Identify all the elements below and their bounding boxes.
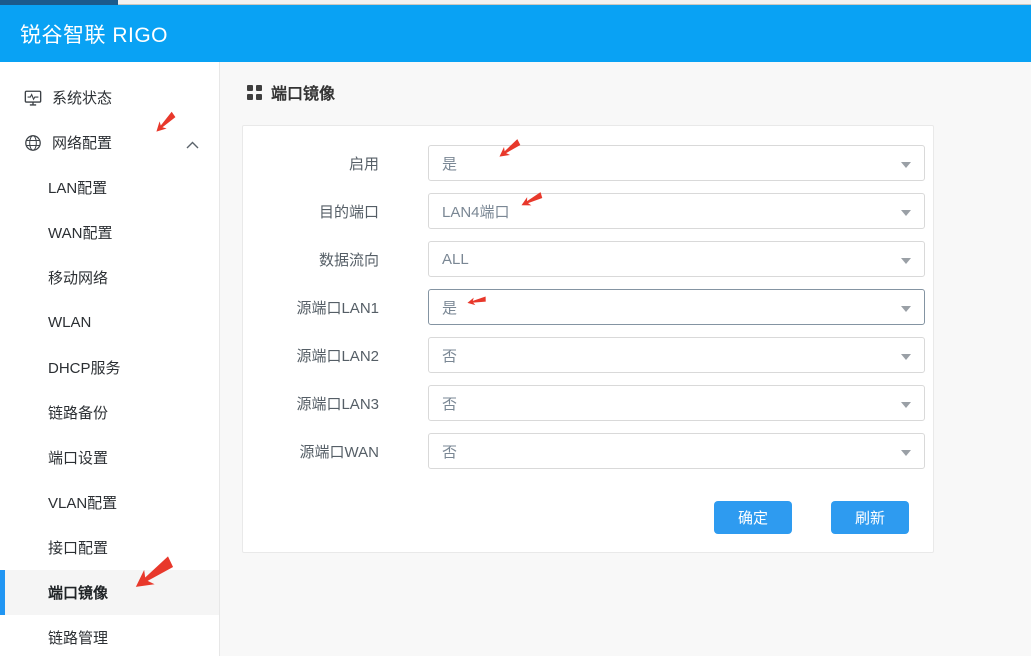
chevron-up-icon[interactable] [186, 136, 199, 144]
sidebar-item-label: 移动网络 [48, 267, 108, 288]
sidebar-item-dhcp-service[interactable]: DHCP服务 [0, 345, 219, 390]
select-enable[interactable]: 是 [428, 145, 925, 181]
select-value: ALL [429, 251, 469, 268]
dropdown-arrow-icon [901, 354, 911, 360]
form-row-src-lan3: 源端口LAN3 否 [243, 385, 933, 421]
field-label-src-lan2: 源端口LAN2 [243, 345, 379, 366]
sidebar-item-link-backup[interactable]: 链路备份 [0, 390, 219, 435]
form-row-enable: 启用 是 [243, 145, 933, 181]
form-rows: 启用是目的端口LAN4端口数据流向ALL源端口LAN1是源端口LAN2否源端口L… [243, 145, 933, 469]
dropdown-arrow-icon [901, 162, 911, 168]
confirm-button[interactable]: 确定 [714, 501, 792, 534]
button-row: 确定 刷新 [243, 501, 933, 534]
select-data-flow[interactable]: ALL [428, 241, 925, 277]
field-label-src-lan3: 源端口LAN3 [243, 393, 379, 414]
sidebar-item-vlan-config[interactable]: VLAN配置 [0, 480, 219, 525]
sidebar-submenu: LAN配置 WAN配置移动网络 WLAN DHCP服务链路备份端口设置 VLAN配置接口… [0, 165, 219, 656]
sidebar: 系统状态 网络配置 LAN配置 WAN配置移动网络 WLAN DHCP服务链路备份端口… [0, 62, 220, 656]
form-row-src-lan1: 源端口LAN1 是 [243, 289, 933, 325]
sidebar-item-system-status[interactable]: 系统状态 [0, 75, 219, 120]
select-value: LAN4端口 [429, 201, 510, 222]
form-row-src-wan: 源端口WAN 否 [243, 433, 933, 469]
active-indicator-bar [0, 570, 5, 615]
select-value: 是 [429, 297, 457, 318]
dropdown-arrow-icon [901, 402, 911, 408]
sidebar-item-label: 系统状态 [52, 87, 112, 108]
field-label-src-wan: 源端口WAN [243, 441, 379, 462]
app-header: 锐谷智联 RIGO [0, 5, 1031, 62]
select-value: 否 [429, 345, 457, 366]
sidebar-item-label: WAN配置 [48, 222, 112, 243]
refresh-button[interactable]: 刷新 [831, 501, 909, 534]
sidebar-item-wlan[interactable]: WLAN [0, 300, 219, 345]
form-row-src-lan2: 源端口LAN2 否 [243, 337, 933, 373]
select-dest-port[interactable]: LAN4端口 [428, 193, 925, 229]
port-mirror-panel: 启用是目的端口LAN4端口数据流向ALL源端口LAN1是源端口LAN2否源端口L… [242, 125, 934, 553]
select-src-lan3[interactable]: 否 [428, 385, 925, 421]
form-row-data-flow: 数据流向 ALL [243, 241, 933, 277]
sidebar-item-label: VLAN配置 [48, 492, 117, 513]
sidebar-item-port-settings[interactable]: 端口设置 [0, 435, 219, 480]
sidebar-item-label: LAN配置 [48, 177, 107, 198]
sidebar-item-label: WLAN [48, 314, 91, 331]
select-src-lan2[interactable]: 否 [428, 337, 925, 373]
sidebar-item-interface-config[interactable]: 接口配置 [0, 525, 219, 570]
field-label-src-lan1: 源端口LAN1 [243, 297, 379, 318]
select-value: 否 [429, 441, 457, 462]
sidebar-item-mobile-network[interactable]: 移动网络 [0, 255, 219, 300]
main-content: 端口镜像 启用是目的端口LAN4端口数据流向ALL源端口LAN1是源端口LAN2… [220, 62, 1031, 656]
sidebar-item-label: 端口镜像 [48, 582, 108, 603]
dropdown-arrow-icon [901, 450, 911, 456]
select-value: 否 [429, 393, 457, 414]
sidebar-item-label: 网络配置 [52, 132, 112, 153]
form-row-dest-port: 目的端口 LAN4端口 [243, 193, 933, 229]
field-label-dest-port: 目的端口 [243, 201, 379, 222]
dropdown-arrow-icon [901, 210, 911, 216]
field-label-data-flow: 数据流向 [243, 249, 379, 270]
sidebar-item-label: 链路管理 [48, 627, 108, 648]
globe-icon [24, 134, 42, 152]
dropdown-arrow-icon [901, 306, 911, 312]
page-title: 端口镜像 [271, 80, 335, 104]
monitor-icon [24, 89, 42, 107]
sidebar-item-label: 链路备份 [48, 402, 108, 423]
app-title: 锐谷智联 RIGO [0, 19, 168, 49]
grid-icon [247, 85, 262, 100]
sidebar-item-label: 接口配置 [48, 537, 108, 558]
select-value: 是 [429, 153, 457, 174]
sidebar-item-lan-config[interactable]: LAN配置 [0, 165, 219, 210]
sidebar-item-wan-config[interactable]: WAN配置 [0, 210, 219, 255]
field-label-enable: 启用 [243, 153, 379, 174]
sidebar-item-link-management[interactable]: 链路管理 [0, 615, 219, 656]
select-src-lan1[interactable]: 是 [428, 289, 925, 325]
sidebar-item-network-config[interactable]: 网络配置 [0, 120, 219, 165]
sidebar-item-port-mirror[interactable]: 端口镜像 [0, 570, 219, 615]
sidebar-item-label: DHCP服务 [48, 357, 121, 378]
sidebar-item-label: 端口设置 [48, 447, 108, 468]
select-src-wan[interactable]: 否 [428, 433, 925, 469]
dropdown-arrow-icon [901, 258, 911, 264]
page-title-row: 端口镜像 [247, 80, 335, 104]
